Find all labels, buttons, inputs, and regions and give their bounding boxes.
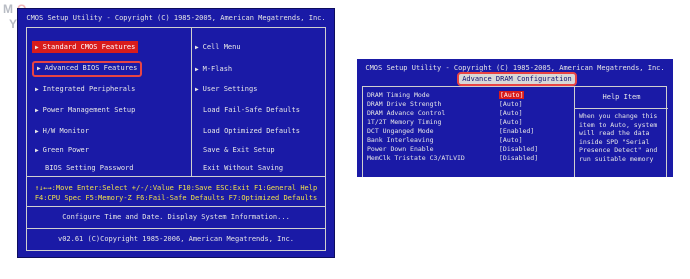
frame-vertical-divider xyxy=(191,28,192,176)
frame-divider-2 xyxy=(27,206,325,207)
menu-item-label: Integrated Peripherals xyxy=(42,85,136,93)
setting-value-dct-unganged-mode[interactable]: [Enabled] xyxy=(499,127,534,135)
help-text-line: item to Auto, system xyxy=(579,120,658,129)
settings-frame: DRAM Timing Mode [Auto] DRAM Drive Stren… xyxy=(362,86,668,177)
bios-dram-config-screen: CMOS Setup Utility - Copyright (C) 1985-… xyxy=(357,59,673,177)
menu-arrow-icon: ▶ xyxy=(35,44,39,51)
menu-item-label: Power Management Setup xyxy=(42,106,136,114)
menu-item-label: Load Fail-Safe Defaults xyxy=(203,106,300,114)
menu-arrow-icon: ▶ xyxy=(35,86,39,93)
bios-title: CMOS Setup Utility - Copyright (C) 1985-… xyxy=(26,14,326,22)
setting-label-power-down-enable: Power Down Enable xyxy=(367,145,434,153)
setting-label-bank-interleaving: Bank Interleaving xyxy=(367,136,434,144)
key-help-line-2: F4:CPU Spec F5:Memory-Z F6:Fail-Safe Def… xyxy=(34,194,318,202)
menu-item-label: H/W Monitor xyxy=(42,127,89,135)
bios-main-menu-screen: CMOS Setup Utility - Copyright (C) 1985-… xyxy=(17,8,335,258)
setting-value-memclk-tristate[interactable]: [Disabled] xyxy=(499,154,538,162)
menu-arrow-icon: ▶ xyxy=(195,86,199,93)
menu-arrow-icon: ▶ xyxy=(35,128,39,135)
menu-arrow-icon: ▶ xyxy=(35,147,39,154)
frame-divider-3 xyxy=(27,228,325,229)
help-text-line: Presence Detect" and xyxy=(579,146,658,154)
menu-item-label: Standard CMOS Features xyxy=(42,43,136,51)
setting-label-dram-advance-control: DRAM Advance Control xyxy=(367,109,446,117)
watermark-letter-y: Y xyxy=(9,17,18,31)
menu-item-label: BIOS Setting Password xyxy=(45,164,134,172)
menu-item-label: Cell Menu xyxy=(202,43,241,51)
menu-item-load-optimized-defaults[interactable]: Load Optimized Defaults xyxy=(203,125,300,137)
setting-label-memory-timing: 1T/2T Memory Timing xyxy=(367,118,442,126)
setting-label-dct-unganged-mode: DCT Unganged Mode xyxy=(367,127,434,135)
frame-divider-1 xyxy=(27,176,325,177)
bios-footer: v02.61 (C)Copyright 1985-2006, American … xyxy=(57,235,294,243)
menu-item-label: Exit Without Saving xyxy=(203,164,284,172)
menu-item-integrated-peripherals[interactable]: ▶ Integrated Peripherals xyxy=(35,83,135,95)
menu-item-green-power[interactable]: ▶ Green Power xyxy=(35,144,89,156)
submenu-title: Advance DRAM Configuration xyxy=(457,72,577,86)
menu-item-label: User Settings xyxy=(202,85,258,93)
menu-item-label: Green Power xyxy=(42,146,89,154)
menu-item-advanced-bios-features[interactable]: ▶ Advanced BIOS Features xyxy=(32,61,143,77)
menu-item-save-exit-setup[interactable]: Save & Exit Setup xyxy=(203,144,275,156)
menu-item-bios-setting-password[interactable]: BIOS Setting Password xyxy=(45,162,134,174)
menu-item-label: Load Optimized Defaults xyxy=(203,127,300,135)
menu-item-label: Advanced BIOS Features xyxy=(44,64,138,72)
status-description: Configure Time and Date. Display System … xyxy=(62,213,290,221)
setting-value-dram-drive-strength[interactable]: [Auto] xyxy=(499,100,522,108)
help-text-line: run suitable memory xyxy=(579,154,654,163)
menu-item-power-management-setup[interactable]: ▶ Power Management Setup xyxy=(35,104,135,116)
bios-title: CMOS Setup Utility - Copyright (C) 1985-… xyxy=(365,64,665,72)
key-help-line-1: ↑↓←→:Move Enter:Select +/-/:Value F10:Sa… xyxy=(34,184,318,192)
setting-label-dram-drive-strength: DRAM Drive Strength xyxy=(367,100,442,108)
menu-item-exit-without-saving[interactable]: Exit Without Saving xyxy=(203,162,283,174)
setting-label-memclk-tristate: MemClk Tristate C3/ATLVID xyxy=(367,154,465,162)
setting-label-dram-timing-mode: DRAM Timing Mode xyxy=(367,91,430,99)
help-item-title: Help Item xyxy=(602,93,641,101)
setting-value-power-down-enable[interactable]: [Disabled] xyxy=(499,145,538,153)
menu-item-user-settings[interactable]: ▶ User Settings xyxy=(195,83,257,95)
help-text-line: inside SPD "Serial xyxy=(579,137,650,146)
menu-arrow-icon: ▶ xyxy=(35,107,39,114)
menu-item-load-fail-safe-defaults[interactable]: Load Fail-Safe Defaults xyxy=(203,104,300,116)
menu-item-cell-menu[interactable]: ▶ Cell Menu xyxy=(195,41,241,53)
help-header-divider xyxy=(574,108,668,109)
setting-value-dram-timing-mode[interactable]: [Auto] xyxy=(499,91,525,99)
menu-item-label: M-Flash xyxy=(202,65,233,73)
menu-item-standard-cmos-features[interactable]: ▶ Standard CMOS Features xyxy=(32,41,139,53)
menu-arrow-icon: ▶ xyxy=(195,66,199,73)
menu-arrow-icon: ▶ xyxy=(37,65,41,72)
setting-value-memory-timing[interactable]: [Auto] xyxy=(499,118,522,126)
help-text-line: When you change this xyxy=(579,112,658,120)
menu-arrow-icon: ▶ xyxy=(195,44,199,51)
setting-value-bank-interleaving[interactable]: [Auto] xyxy=(499,136,522,144)
bios-menu-frame: ▶ Standard CMOS Features ▶ Advanced BIOS F… xyxy=(26,27,326,251)
help-text-line: will read the data xyxy=(579,129,650,137)
menu-item-m-flash[interactable]: ▶ M-Flash xyxy=(195,63,232,75)
watermark-letter-m: M xyxy=(3,2,13,16)
setting-value-dram-advance-control[interactable]: [Auto] xyxy=(499,109,522,117)
menu-item-hw-monitor[interactable]: ▶ H/W Monitor xyxy=(35,125,89,137)
menu-item-label: Save & Exit Setup xyxy=(203,146,275,154)
